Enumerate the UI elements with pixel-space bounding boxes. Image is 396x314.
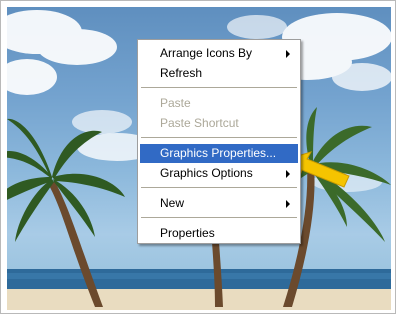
menu-item-label: Properties bbox=[160, 226, 215, 240]
menu-item-arrange-icons-by[interactable]: Arrange Icons By bbox=[140, 44, 298, 63]
menu-item-refresh[interactable]: Refresh bbox=[140, 64, 298, 83]
screenshot-frame: Arrange Icons By Refresh Paste Paste Sho… bbox=[0, 0, 396, 314]
submenu-arrow-icon bbox=[286, 200, 290, 208]
menu-item-new[interactable]: New bbox=[140, 194, 298, 213]
menu-separator bbox=[141, 217, 297, 218]
menu-separator bbox=[141, 87, 297, 88]
menu-item-paste[interactable]: Paste bbox=[140, 94, 298, 113]
submenu-arrow-icon bbox=[286, 50, 290, 58]
menu-separator bbox=[141, 187, 297, 188]
submenu-arrow-icon bbox=[286, 170, 290, 178]
menu-item-properties[interactable]: Properties bbox=[140, 224, 298, 243]
menu-item-label: Paste bbox=[160, 96, 191, 110]
menu-item-label: Paste Shortcut bbox=[160, 116, 239, 130]
beach bbox=[7, 289, 391, 310]
menu-item-label: Graphics Properties... bbox=[160, 146, 277, 160]
menu-item-label: Refresh bbox=[160, 66, 203, 80]
menu-item-paste-shortcut[interactable]: Paste Shortcut bbox=[140, 114, 298, 133]
menu-separator bbox=[141, 137, 297, 138]
context-menu: Arrange Icons By Refresh Paste Paste Sho… bbox=[137, 39, 301, 244]
menu-item-label: New bbox=[160, 196, 185, 210]
menu-item-graphics-properties[interactable]: Graphics Properties... bbox=[140, 144, 298, 163]
menu-item-label: Arrange Icons By bbox=[160, 46, 253, 60]
menu-item-label: Graphics Options bbox=[160, 166, 253, 180]
menu-item-graphics-options[interactable]: Graphics Options bbox=[140, 164, 298, 183]
